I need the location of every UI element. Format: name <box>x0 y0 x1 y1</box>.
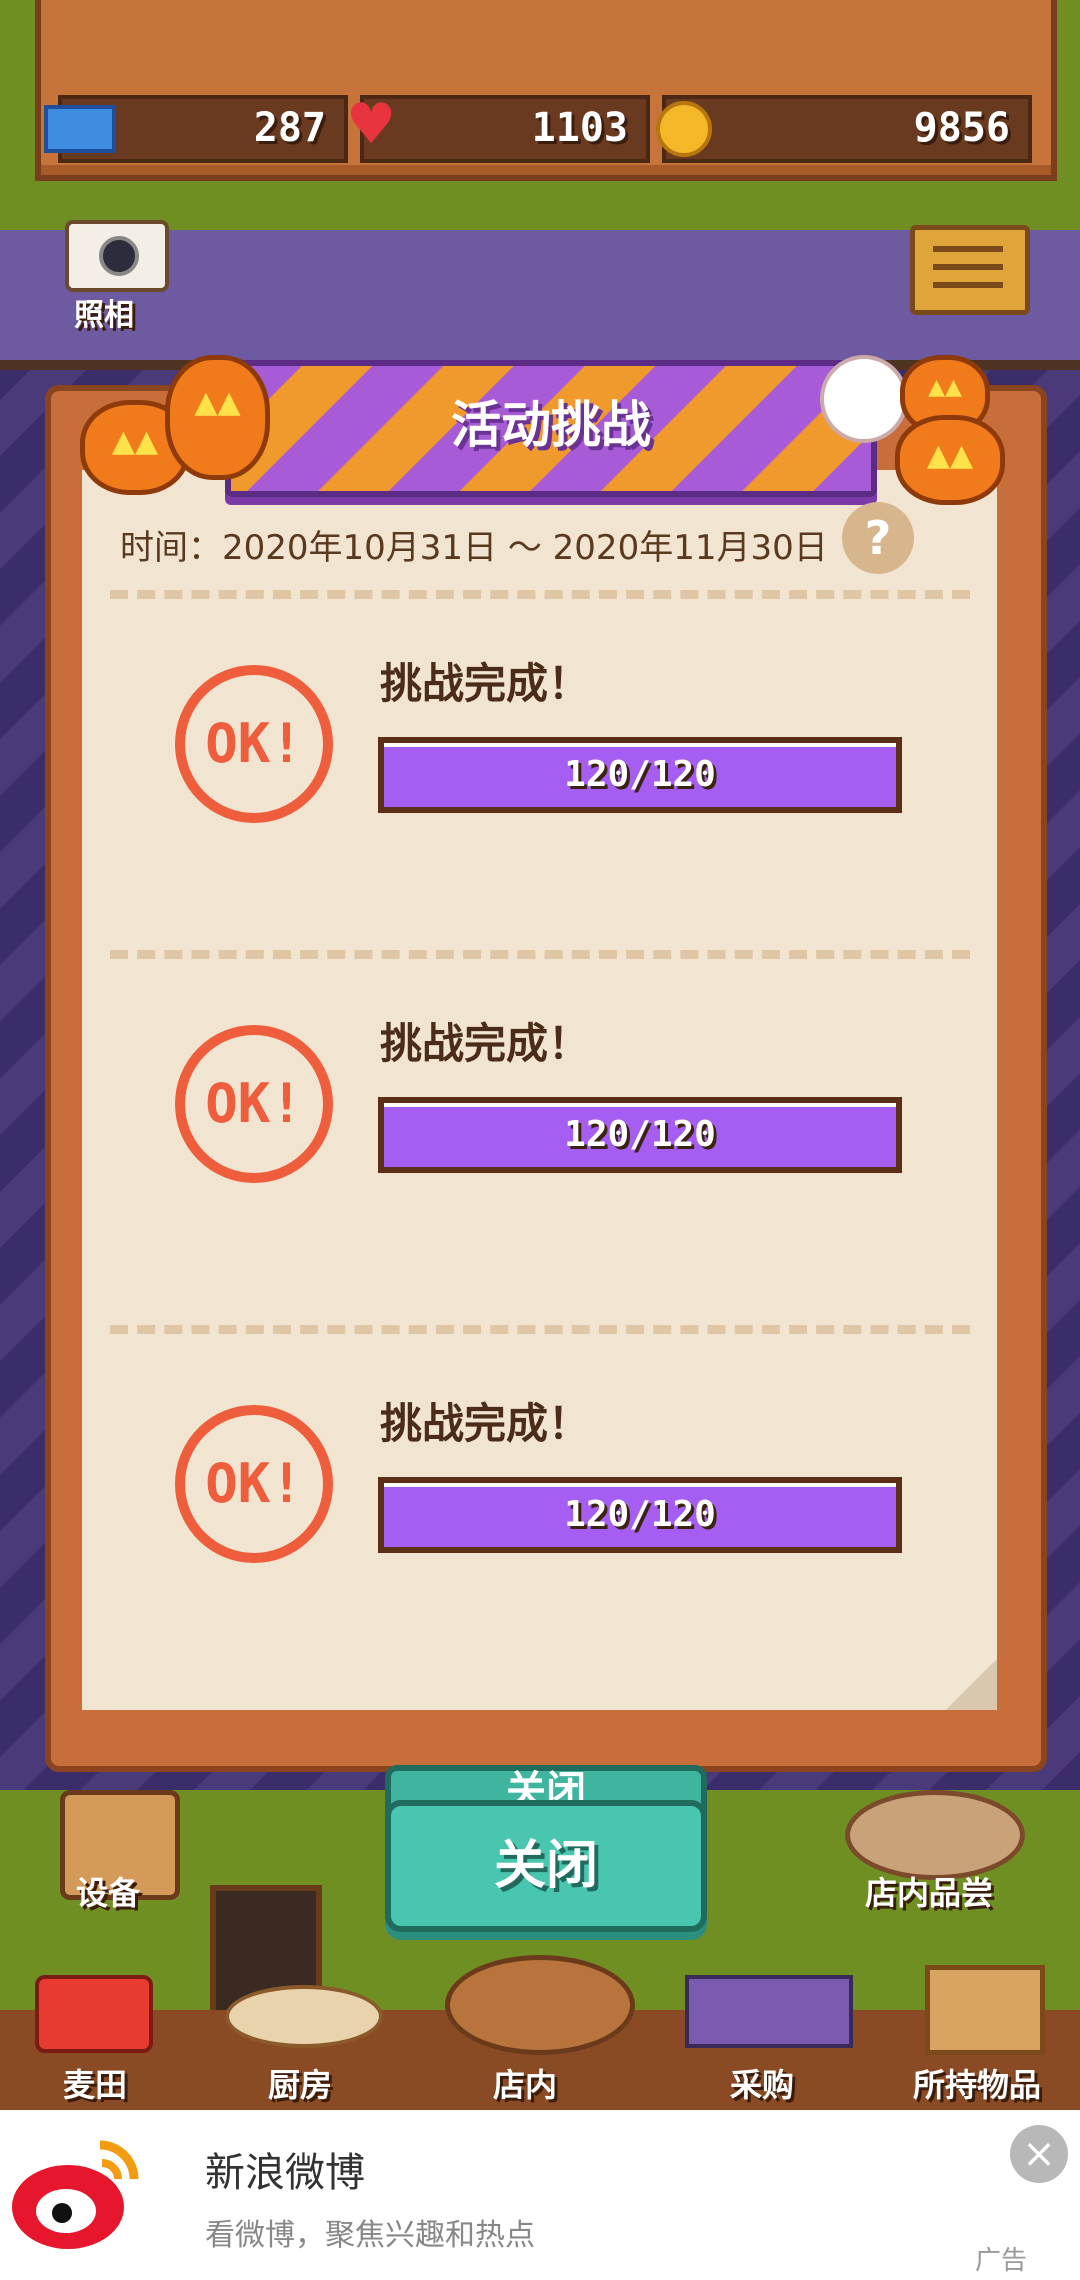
divider <box>110 1325 970 1334</box>
ad-banner[interactable] <box>0 2110 1080 2280</box>
tasting-label[interactable]: 店内品尝 <box>865 1868 993 1914</box>
nav-wheat-field[interactable]: 麦田 <box>0 2060 195 2106</box>
purchase-icon[interactable] <box>685 1975 853 2048</box>
photo-label[interactable]: 照相 <box>74 290 134 334</box>
ad-subtitle[interactable]: 看微博，聚焦兴趣和热点 <box>205 2210 535 2254</box>
challenge-progress-bar: 120/120 <box>378 1477 902 1553</box>
ad-close-button[interactable]: × <box>1010 2125 1068 2183</box>
close-button[interactable]: 关闭 <box>385 1800 707 1932</box>
challenge-progress-bar: 120/120 <box>378 737 902 813</box>
pumpkin-icon: ▲▲ <box>895 415 1005 505</box>
shop-bread-icon[interactable] <box>445 1955 635 2055</box>
challenge-progress-bar: 120/120 <box>378 1097 902 1173</box>
nav-kitchen[interactable]: 厨房 <box>200 2060 400 2106</box>
nav-inventory[interactable]: 所持物品 <box>877 2060 1077 2106</box>
challenge-status: 挑战完成！ <box>380 659 591 708</box>
pumpkin-icon: ▲▲ <box>165 355 270 480</box>
camera-icon[interactable] <box>65 220 169 292</box>
ok-stamp: OK! <box>175 665 333 823</box>
nav-purchase[interactable]: 采购 <box>662 2060 862 2106</box>
ghost-icon <box>820 355 908 443</box>
challenge-status: 挑战完成！ <box>380 1019 591 1068</box>
ok-stamp: OK! <box>175 1025 333 1183</box>
heart-counter: ♥ 1103 <box>346 95 650 163</box>
wheat-field-icon[interactable] <box>35 1975 153 2053</box>
ticket-counter: 287 <box>44 95 348 163</box>
paper-fold <box>945 1660 997 1710</box>
coin-counter: 9856 <box>656 95 1032 163</box>
menu-board-icon[interactable] <box>910 225 1030 315</box>
kitchen-icon[interactable] <box>225 1985 383 2048</box>
heart-count: 1103 <box>531 105 628 151</box>
weibo-logo-icon <box>10 2135 140 2255</box>
inventory-box-icon[interactable] <box>925 1965 1045 2055</box>
divider <box>110 590 970 599</box>
coin-count: 9856 <box>913 105 1010 151</box>
ad-title[interactable]: 新浪微博 <box>205 2140 365 2198</box>
ok-stamp: OK! <box>175 1405 333 1563</box>
ticket-count: 287 <box>253 105 326 151</box>
ad-tag: 广告 <box>975 2246 1028 2276</box>
challenge-status: 挑战完成！ <box>380 1399 591 1448</box>
ticket-icon <box>44 105 116 153</box>
event-time: 时间：2020年10月31日 ～ 2020年11月30日 <box>120 528 828 568</box>
coin-icon <box>656 101 712 157</box>
heart-icon: ♥ <box>346 92 397 157</box>
equipment-label[interactable]: 设备 <box>76 1868 140 1914</box>
tasting-icon[interactable] <box>845 1790 1025 1880</box>
help-button[interactable]: ? <box>842 502 914 574</box>
nav-shop[interactable]: 店内 <box>425 2060 625 2106</box>
dialog-title: 活动挑战 <box>451 396 651 454</box>
divider <box>110 950 970 959</box>
